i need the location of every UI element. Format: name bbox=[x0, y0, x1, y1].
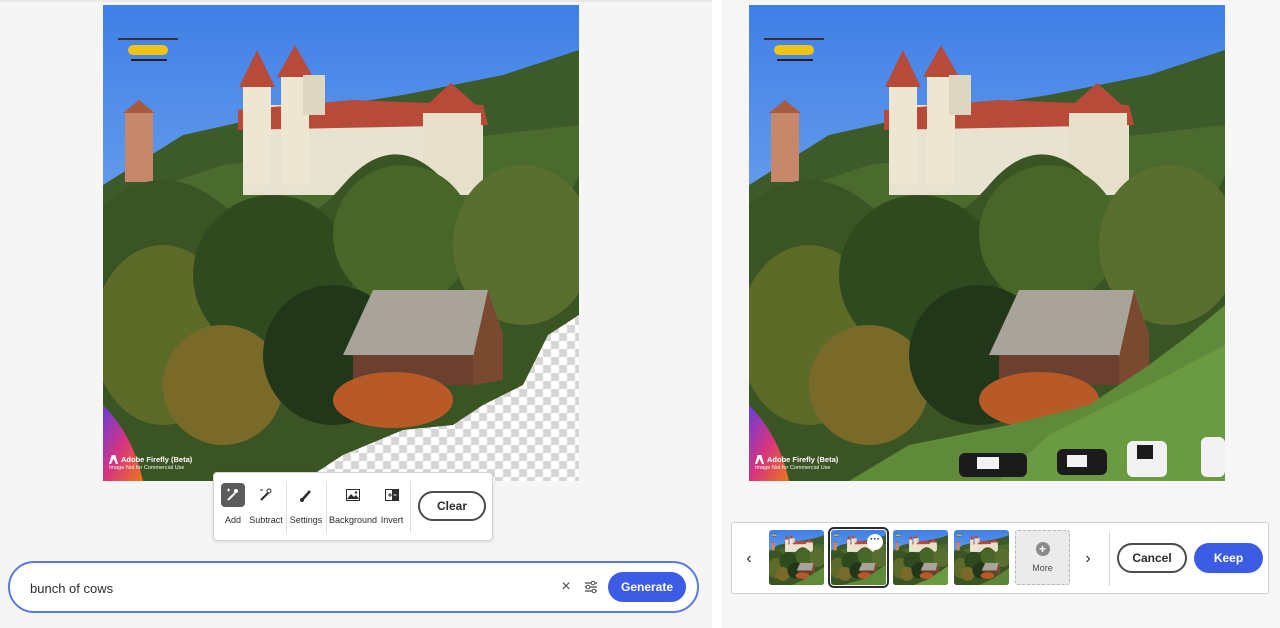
subtract-tool-button[interactable]: Subtract bbox=[249, 483, 283, 531]
add-brush-icon bbox=[221, 483, 245, 507]
subtract-brush-icon bbox=[254, 483, 278, 507]
keep-button[interactable]: Keep bbox=[1194, 543, 1263, 573]
variations-divider bbox=[1109, 531, 1110, 586]
prompt-bar: × Generate bbox=[8, 561, 699, 613]
background-tool-button[interactable]: Background bbox=[328, 483, 378, 531]
top-border bbox=[0, 0, 712, 2]
variation-thumbnail[interactable] bbox=[769, 530, 824, 585]
close-icon[interactable]: × bbox=[556, 577, 576, 597]
generate-button[interactable]: Generate bbox=[608, 572, 686, 602]
subtract-tool-label: Subtract bbox=[249, 515, 283, 525]
more-variations-button[interactable]: + More bbox=[1015, 530, 1070, 585]
watermark-subtitle: Image Not for Commercial Use bbox=[109, 465, 185, 471]
chevron-right-icon[interactable]: › bbox=[1079, 549, 1097, 569]
panel-divider bbox=[712, 0, 722, 628]
source-image-canvas[interactable]: Adobe Firefly (Beta) Image Not for Comme… bbox=[103, 5, 579, 481]
settings-tool-button[interactable]: Settings bbox=[289, 483, 323, 531]
watermark-title: Adobe Firefly (Beta) bbox=[767, 455, 839, 464]
more-options-icon[interactable]: ··· bbox=[867, 534, 883, 550]
settings-tool-label: Settings bbox=[289, 515, 323, 525]
background-tool-label: Background bbox=[328, 515, 378, 525]
background-image-icon bbox=[341, 483, 365, 507]
selection-toolbar: Add Subtract Settings Background Invert … bbox=[213, 472, 493, 541]
brush-settings-icon bbox=[294, 483, 318, 507]
result-panel: Adobe Firefly (Beta) Image Not for Comme… bbox=[722, 0, 1280, 628]
adobe-logo-icon bbox=[755, 455, 764, 464]
invert-tool-label: Invert bbox=[380, 515, 404, 525]
clear-button[interactable]: Clear bbox=[418, 491, 486, 521]
variations-bar: ‹ ··· + More › Cancel Keep bbox=[731, 522, 1269, 594]
prompt-input[interactable] bbox=[30, 578, 430, 598]
more-label: More bbox=[1032, 563, 1053, 573]
variation-thumbnail[interactable] bbox=[893, 530, 948, 585]
sliders-icon[interactable] bbox=[581, 577, 601, 597]
firefly-watermark: Adobe Firefly (Beta) Image Not for Comme… bbox=[755, 455, 838, 473]
watermark-title: Adobe Firefly (Beta) bbox=[121, 455, 193, 464]
adobe-logo-icon bbox=[109, 455, 118, 464]
invert-tool-button[interactable]: Invert bbox=[380, 483, 404, 531]
plus-icon: + bbox=[1035, 542, 1050, 556]
toolbar-divider bbox=[326, 481, 327, 533]
generated-image[interactable]: Adobe Firefly (Beta) Image Not for Comme… bbox=[749, 5, 1225, 481]
add-tool-button[interactable]: Add bbox=[220, 483, 246, 531]
edit-panel: Adobe Firefly (Beta) Image Not for Comme… bbox=[0, 0, 712, 628]
chevron-left-icon[interactable]: ‹ bbox=[740, 549, 758, 569]
toolbar-divider bbox=[286, 481, 287, 533]
firefly-watermark: Adobe Firefly (Beta) Image Not for Comme… bbox=[109, 455, 192, 473]
add-tool-label: Add bbox=[224, 515, 241, 525]
toolbar-divider bbox=[410, 481, 411, 533]
invert-icon bbox=[380, 483, 404, 507]
variation-thumbnail[interactable] bbox=[954, 530, 1009, 585]
variation-thumbnail-selected[interactable]: ··· bbox=[828, 527, 889, 588]
watermark-subtitle: Image Not for Commercial Use bbox=[755, 465, 831, 471]
cancel-button[interactable]: Cancel bbox=[1117, 543, 1187, 573]
